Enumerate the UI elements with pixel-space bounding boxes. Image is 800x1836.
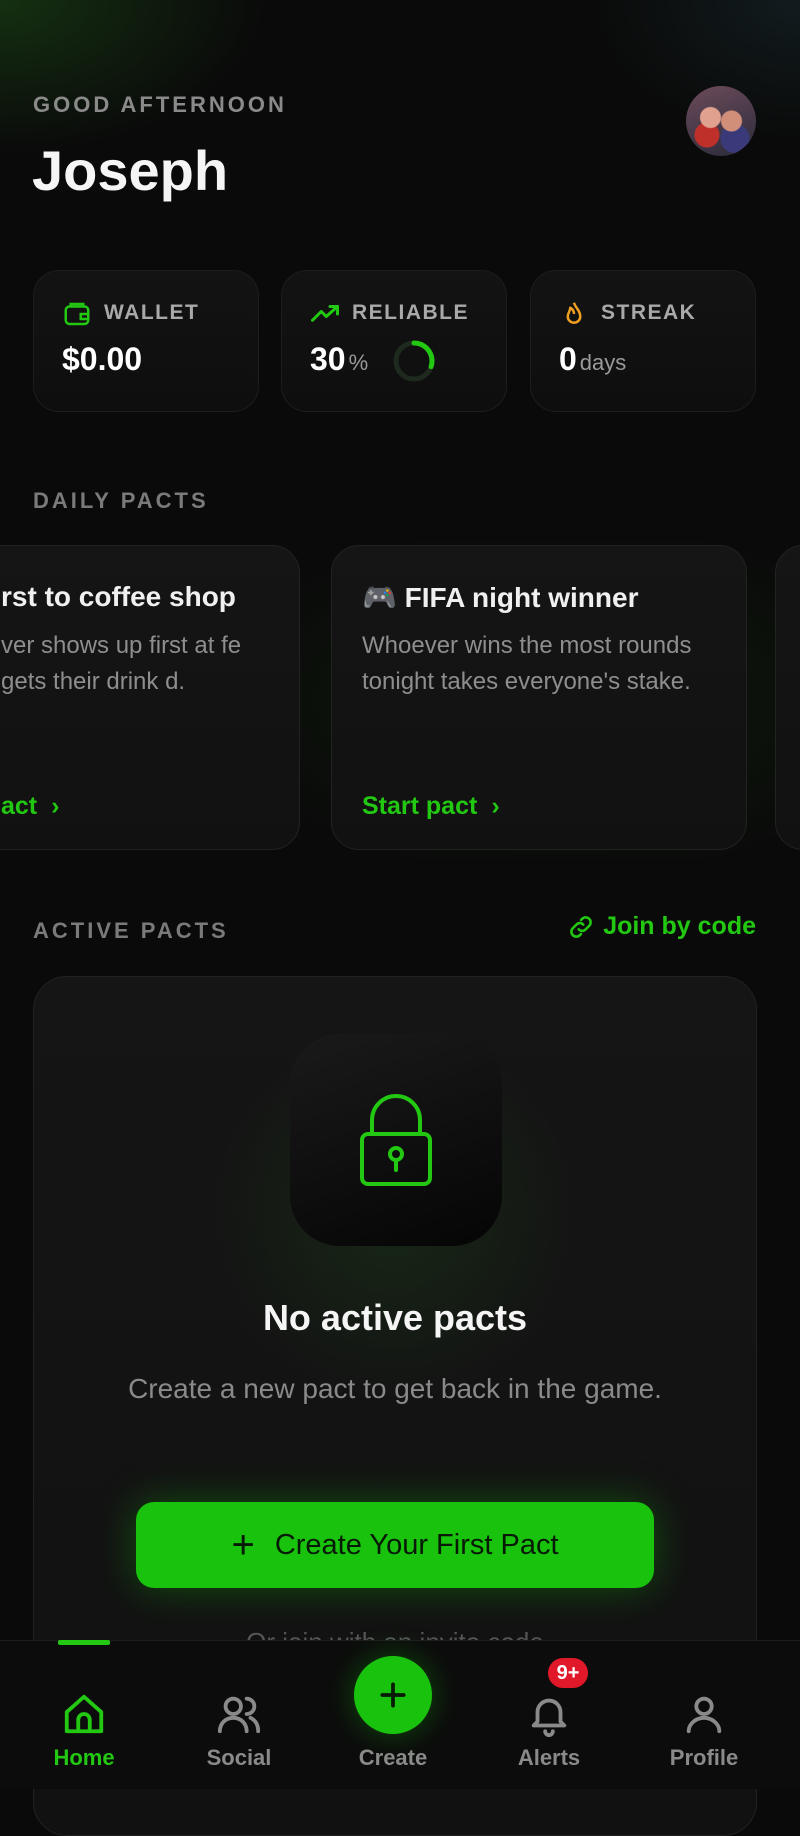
create-first-pact-button[interactable]: + Create Your First Pact: [136, 1502, 654, 1588]
wallet-label: WALLET: [104, 301, 200, 324]
bell-icon: [531, 1698, 567, 1737]
pact-card-coffee[interactable]: rst to coffee shop ver shows up first at…: [0, 545, 300, 850]
tab-profile[interactable]: Profile: [629, 1641, 779, 1789]
flame-icon: [566, 302, 582, 324]
streak-value: 0: [559, 341, 577, 377]
chevron-right-icon: ›: [51, 792, 60, 820]
pact-card-fifa[interactable]: 🎮 FIFA night winner Whoever wins the mos…: [331, 545, 747, 850]
active-pacts-heading: ACTIVE PACTS: [33, 918, 229, 943]
streak-value-wrap: 0 days: [559, 341, 626, 378]
reliable-value-wrap: 30%: [310, 341, 368, 378]
users-icon: [217, 1696, 261, 1734]
reliable-value: 30: [310, 341, 346, 377]
plus-icon: +: [231, 1523, 255, 1567]
tab-profile-label: Profile: [669, 1745, 739, 1770]
reliable-card[interactable]: RELIABLE 30%: [281, 270, 507, 412]
start-pact-link[interactable]: act ›: [1, 792, 59, 821]
trending-up-icon: [311, 305, 339, 322]
empty-state-title: No active pacts: [262, 1297, 528, 1338]
create-button[interactable]: [354, 1656, 432, 1734]
user-name: Joseph: [32, 139, 229, 202]
streak-unit: days: [579, 350, 627, 375]
tab-social-label: Social: [206, 1745, 272, 1770]
pact-card-title: 🎮 FIFA night winner: [362, 582, 639, 613]
join-by-code-link[interactable]: Join by code: [567, 912, 756, 941]
daily-pacts-carousel[interactable]: rst to coffee shop ver shows up first at…: [0, 540, 800, 860]
wallet-icon: [64, 302, 90, 326]
tab-social[interactable]: Social: [164, 1641, 314, 1789]
start-pact-label: Start pact: [362, 792, 478, 820]
tab-home[interactable]: Home: [9, 1641, 159, 1789]
avatar[interactable]: [686, 86, 756, 156]
start-pact-link[interactable]: Start pact ›: [362, 792, 500, 821]
chevron-right-icon: ›: [491, 792, 500, 820]
link-icon: [570, 915, 593, 938]
streak-card[interactable]: STREAK 0 days: [530, 270, 756, 412]
pact-card-description: ver shows up first at fe gets their drin…: [1, 632, 242, 695]
pact-card-description: Whoever wins the most rounds tonight tak…: [362, 632, 692, 695]
streak-label: STREAK: [601, 301, 697, 324]
join-by-code-label: Join by code: [603, 912, 756, 940]
wallet-card[interactable]: WALLET $0.00: [33, 270, 259, 412]
start-pact-label: act: [1, 792, 38, 820]
daily-pacts-heading: DAILY PACTS: [33, 488, 209, 513]
plus-icon: [380, 1682, 406, 1708]
tab-create-label: Create: [358, 1745, 428, 1770]
user-icon: [686, 1696, 722, 1734]
lock-icon: [360, 1094, 432, 1186]
home-icon: [64, 1694, 104, 1734]
wallet-value: $0.00: [62, 341, 143, 377]
tab-home-label: Home: [53, 1745, 115, 1770]
empty-state-subtitle: Create a new pact to get back in the gam…: [128, 1373, 662, 1404]
greeting-text: GOOD AFTERNOON: [33, 92, 287, 117]
tab-alerts-label: Alerts: [517, 1745, 581, 1770]
lock-tile: [290, 1034, 502, 1246]
pact-card-title: rst to coffee shop: [1, 581, 236, 612]
alerts-badge: 9+: [546, 1656, 590, 1690]
reliable-label: RELIABLE: [352, 301, 469, 324]
active-tab-indicator: [58, 1640, 110, 1645]
pact-card-next[interactable]: [775, 545, 800, 850]
reliability-progress-ring: [393, 340, 435, 382]
reliable-unit: %: [348, 350, 369, 375]
create-first-pact-label: Create Your First Pact: [274, 1528, 559, 1561]
